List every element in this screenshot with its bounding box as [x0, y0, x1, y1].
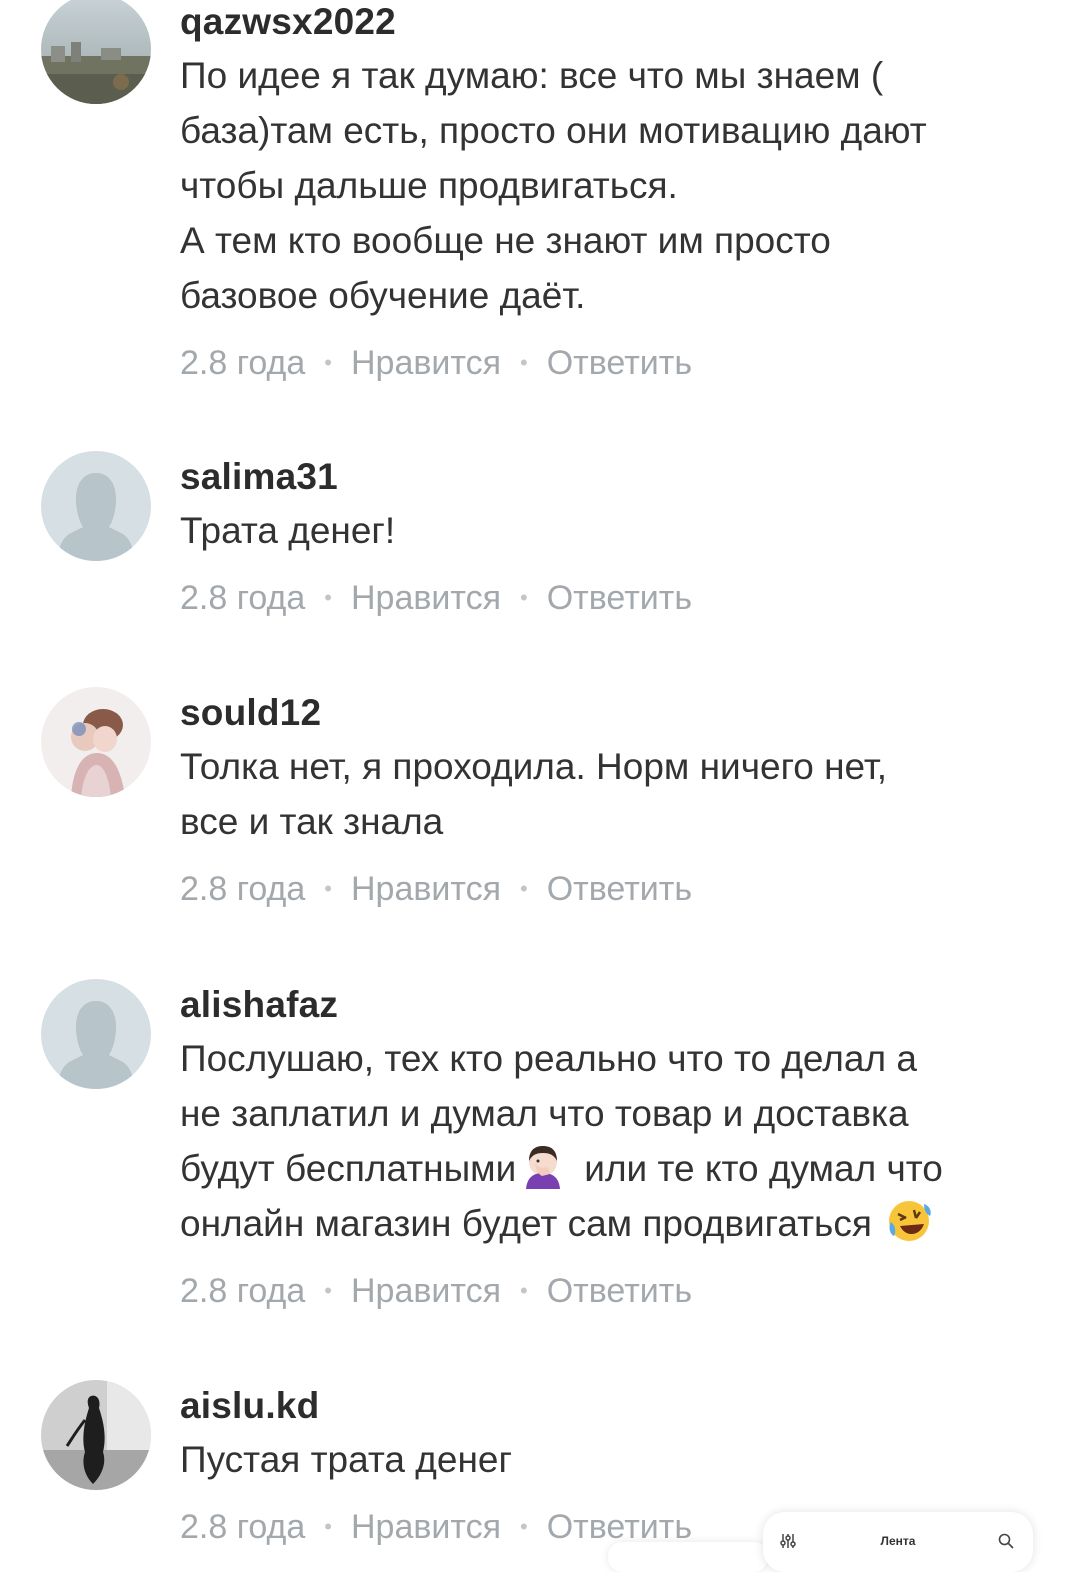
separator-dot: •	[324, 876, 332, 901]
avatar[interactable]	[41, 1380, 151, 1490]
like-button[interactable]: Нравится	[351, 867, 501, 911]
separator-dot: •	[520, 876, 528, 901]
separator-dot: •	[324, 350, 332, 375]
username[interactable]: alishafaz	[180, 983, 1050, 1027]
separator-dot: •	[520, 350, 528, 375]
reply-button[interactable]: Ответить	[547, 1269, 692, 1313]
separator-dot: •	[520, 1278, 528, 1303]
timestamp: 2.8 года	[180, 1508, 306, 1546]
separator-dot: •	[324, 1514, 332, 1539]
timestamp: 2.8 года	[180, 579, 306, 617]
avatar[interactable]	[41, 0, 151, 104]
username[interactable]: qazwsx2022	[180, 0, 1050, 44]
comment-text-line: Толка нет, я проходила. Норм ничего нет,	[180, 746, 888, 787]
comment-text-line: Послушаю, тех кто реально что то делал а	[180, 1038, 917, 1079]
username[interactable]: aislu.kd	[180, 1384, 1050, 1428]
comment-meta: 2.8 года • Нравится • Ответить	[180, 576, 1050, 620]
comment-text-line: база)там есть, просто они мотивацию дают	[180, 110, 927, 151]
comment-meta: 2.8 года • Нравится • Ответить	[180, 867, 1050, 911]
reply-button[interactable]: Ответить	[547, 867, 692, 911]
comment-text-line: Пустая трата денег	[180, 1439, 512, 1480]
reply-button[interactable]: Ответить	[547, 341, 692, 385]
comment-text-line: базовое обучение даёт.	[180, 275, 586, 316]
comment-text-line: все и так знала	[180, 801, 444, 842]
timestamp: 2.8 года	[180, 344, 306, 382]
rolling-laughing-emoji	[886, 1198, 932, 1244]
search-icon[interactable]	[997, 1532, 1015, 1550]
reply-button[interactable]: Ответить	[547, 576, 692, 620]
comment-text-line: чтобы дальше продвигаться.	[180, 165, 678, 206]
comment-meta: 2.8 года • Нравится • Ответить	[180, 341, 1050, 385]
comment-text-line: не заплатил и думал что товар и доставка	[180, 1093, 909, 1134]
comment-text-line: Трата денег!	[180, 510, 396, 551]
floating-nav-bar: Лента	[763, 1512, 1033, 1572]
avatar[interactable]	[41, 451, 151, 561]
separator-dot: •	[324, 1278, 332, 1303]
separator-dot: •	[520, 1514, 528, 1539]
separator-dot: •	[324, 585, 332, 610]
timestamp: 2.8 года	[180, 870, 306, 908]
facepalm-emoji	[520, 1143, 566, 1189]
like-button[interactable]: Нравится	[351, 1269, 501, 1313]
timestamp: 2.8 года	[180, 1272, 306, 1310]
like-button[interactable]: Нравится	[351, 1505, 501, 1549]
username[interactable]: salima31	[180, 455, 1050, 499]
separator-dot: •	[520, 585, 528, 610]
nav-feed-label[interactable]: Лента	[763, 1534, 1033, 1548]
comment-text-line: По идее я так думаю: все что мы знаем (	[180, 55, 884, 96]
like-button[interactable]: Нравится	[351, 576, 501, 620]
nav-bar-underlay	[608, 1542, 768, 1572]
like-button[interactable]: Нравится	[351, 341, 501, 385]
avatar[interactable]	[41, 687, 151, 797]
username[interactable]: sould12	[180, 691, 1050, 735]
comment-text-line: будут бесплатными или те кто думал что	[180, 1141, 1050, 1196]
comment-text-line: А тем кто вообще не знают им просто	[180, 220, 831, 261]
avatar[interactable]	[41, 979, 151, 1089]
comment-meta: 2.8 года • Нравится • Ответить	[180, 1269, 1050, 1313]
comment-text-line: онлайн магазин будет сам продвигаться	[180, 1196, 1050, 1251]
